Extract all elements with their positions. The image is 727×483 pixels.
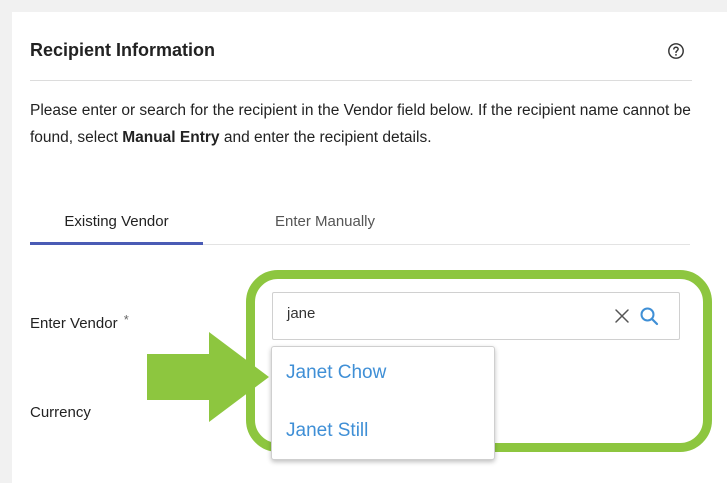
section-divider: [30, 80, 692, 81]
section-title: Recipient Information: [30, 40, 216, 60]
section-header: Recipient Information: [30, 40, 685, 61]
pointer-arrow-icon: [147, 332, 269, 422]
clear-icon[interactable]: [613, 307, 631, 325]
enter-vendor-label: Enter Vendor *: [30, 312, 129, 332]
tab-existing-vendor[interactable]: Existing Vendor: [30, 200, 203, 245]
currency-label: Currency: [30, 404, 91, 421]
vendor-suggestions-dropdown: Janet Chow Janet Still: [271, 346, 495, 460]
question-circle-icon[interactable]: [667, 42, 685, 60]
manual-entry-emphasis: Manual Entry: [122, 129, 220, 146]
vendor-tabs: Existing Vendor Enter Manually: [30, 200, 690, 245]
required-asterisk: *: [123, 312, 129, 327]
description-text-end: and enter the recipient details.: [219, 129, 432, 146]
suggestion-janet-still[interactable]: Janet Still: [286, 420, 368, 442]
tab-enter-manually[interactable]: Enter Manually: [250, 200, 400, 242]
search-icon[interactable]: [639, 306, 659, 326]
vendor-search-input[interactable]: jane: [272, 292, 680, 340]
suggestion-janet-chow[interactable]: Janet Chow: [286, 362, 386, 384]
vendor-input-value: jane: [287, 305, 316, 322]
enter-vendor-label-text: Enter Vendor: [30, 315, 118, 332]
section-description: Please enter or search for the recipient…: [30, 97, 695, 151]
